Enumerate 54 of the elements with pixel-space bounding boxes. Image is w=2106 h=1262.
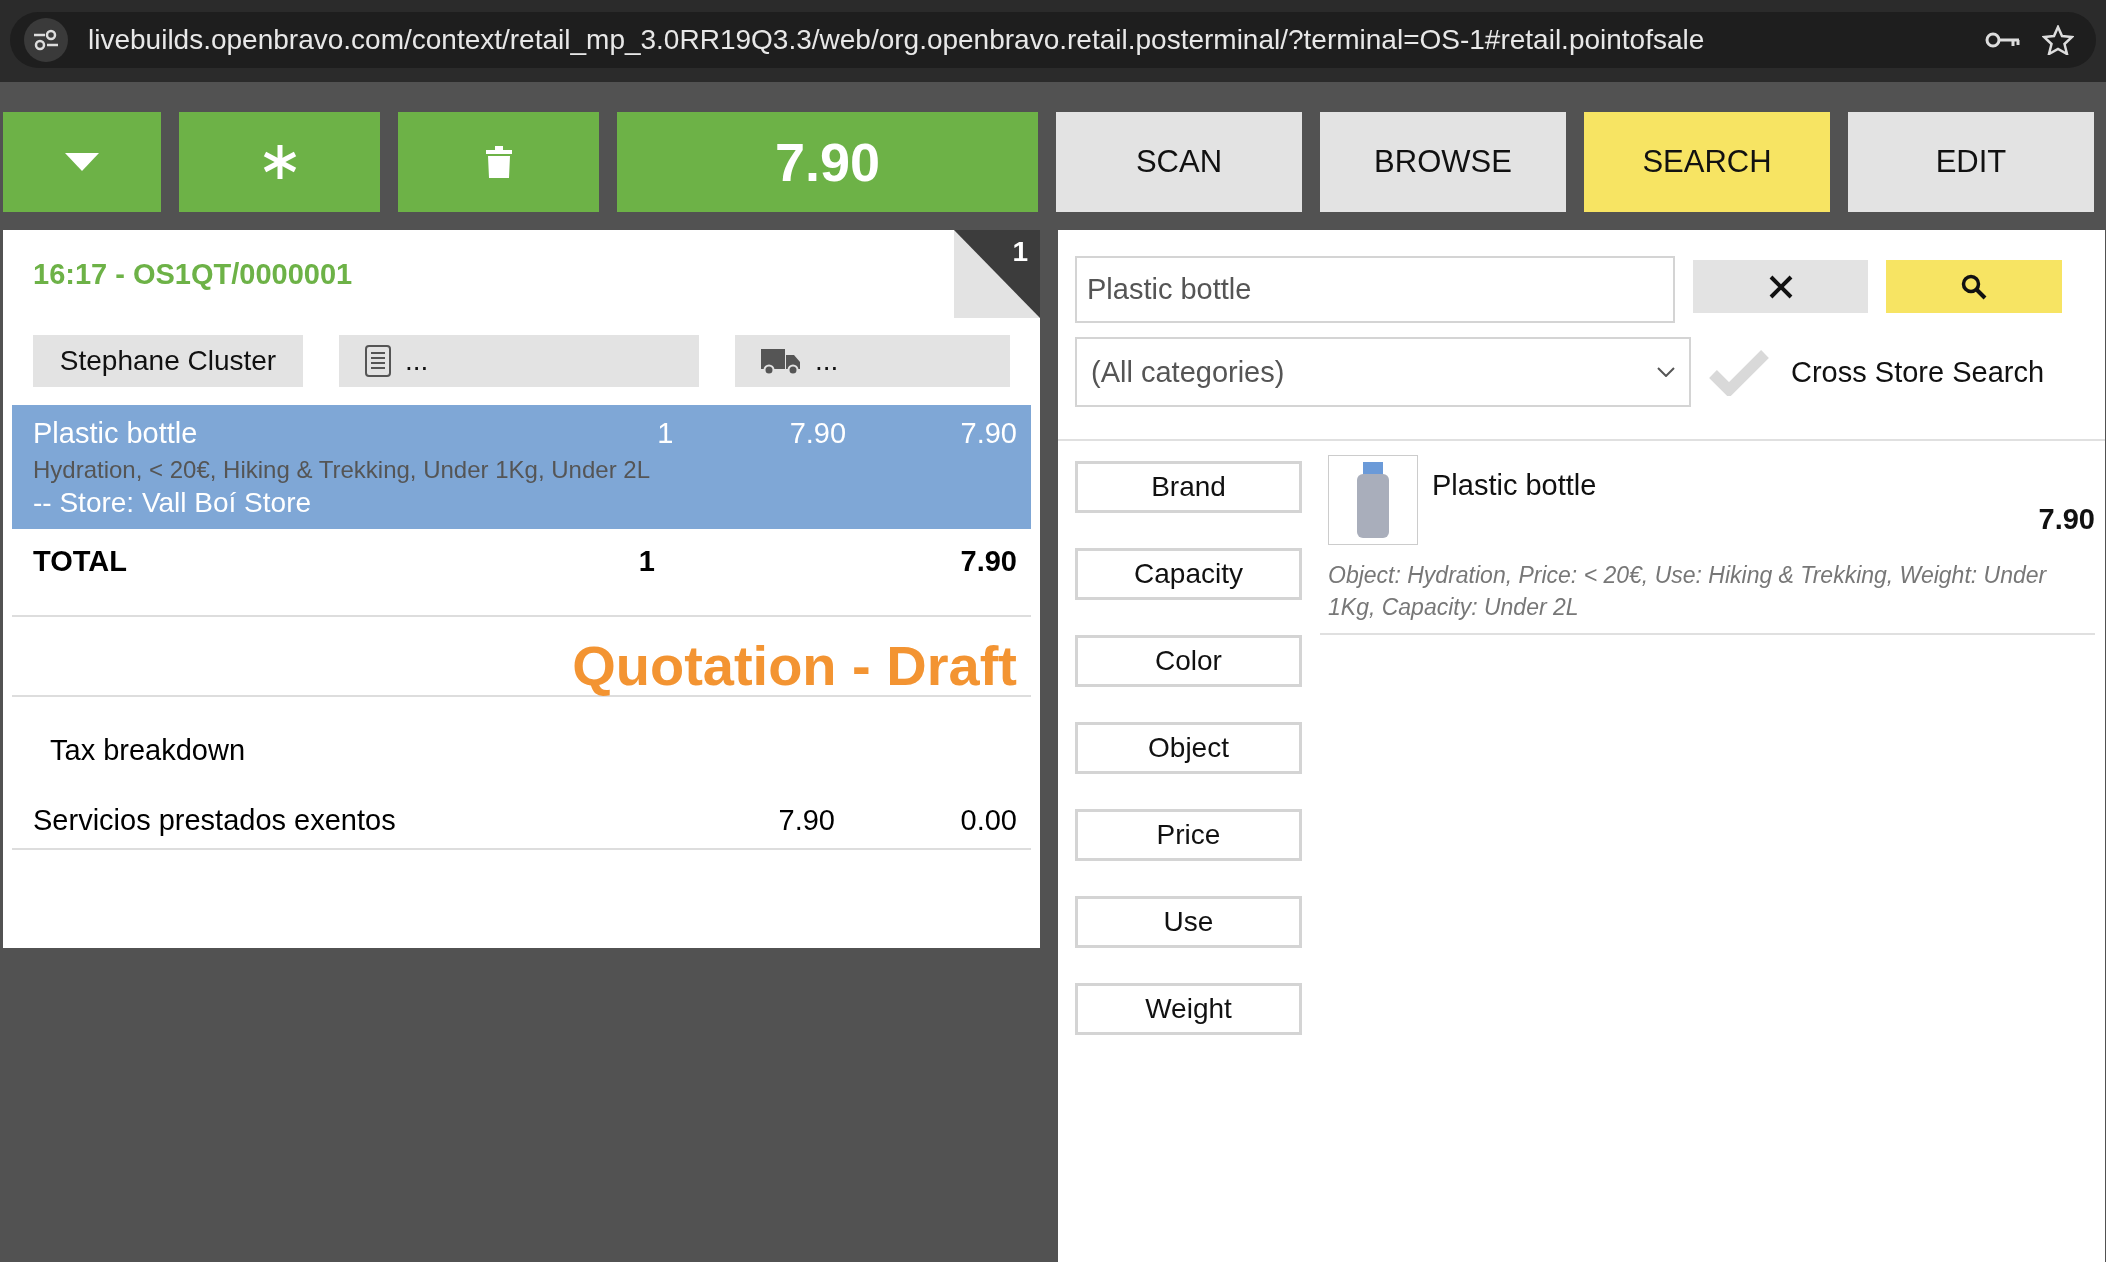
filter-button[interactable]: Price <box>1075 809 1302 861</box>
order-count: 1 <box>1012 236 1028 268</box>
order-number: 16:17 - OS1QT/0000001 <box>33 257 353 291</box>
asterisk-icon <box>262 145 297 179</box>
close-icon <box>1768 274 1793 299</box>
url-text: livebuilds.openbravo.com/context/retail_mp_3.0RR19Q3.3/web/org.openbravo.retail.posterminal/?terminal=OS-1#retail.pointofsale <box>88 24 1706 56</box>
truck-icon <box>761 347 801 375</box>
star-icon[interactable] <box>2042 25 2074 55</box>
product-characteristics: Object: Hydration, Price: < 20€, Use: Hiking & Trekking, Weight: Under 1Kg, Capacity: Under 2L <box>1328 561 2048 622</box>
filter-button[interactable]: Brand <box>1075 461 1302 513</box>
order-status: Quotation - Draft <box>572 634 1017 697</box>
filter-button[interactable]: Object <box>1075 722 1302 774</box>
unit-price: 7.90 <box>789 417 847 449</box>
clear-button[interactable] <box>1693 260 1868 313</box>
product-name: Plastic bottle <box>1432 469 1597 503</box>
search-field[interactable]: Plastic bottle <box>1075 256 1675 323</box>
chevron-down-icon <box>1657 367 1675 377</box>
tax-base: 7.90 <box>778 804 835 836</box>
invoice-address-button[interactable]: ... <box>339 335 699 387</box>
tab[interactable]: SEARCH <box>1584 112 1830 212</box>
shipping-address-button[interactable]: ... <box>735 335 1010 387</box>
key-icon[interactable] <box>1984 30 2022 50</box>
site-settings-icon[interactable] <box>24 18 68 62</box>
caret-icon <box>65 153 99 171</box>
store-name: -- Store: Vall Boí Store <box>33 487 313 519</box>
tax-amount: 0.00 <box>960 804 1017 836</box>
product-attributes: Hydration, < 20€, Hiking & Trekking, Under 1Kg, Under 2L <box>33 455 651 485</box>
filter-button[interactable]: Weight <box>1075 983 1302 1035</box>
total-label: TOTAL <box>33 545 128 579</box>
tab[interactable]: BROWSE <box>1320 112 1566 212</box>
delete-button[interactable] <box>398 112 599 212</box>
cross-store-checkbox[interactable]: Cross Store Search <box>1709 348 2045 396</box>
tax-breakdown-title: Tax breakdown <box>50 734 246 766</box>
tax-name: Servicios prestados exentos <box>33 804 397 838</box>
trash-icon <box>485 146 512 178</box>
document-icon <box>365 345 391 377</box>
search-button[interactable] <box>1886 260 2062 313</box>
product-name: Plastic bottle <box>33 417 199 450</box>
tab[interactable]: SCAN <box>1056 112 1302 212</box>
customer-button[interactable]: Stephane Cluster <box>33 335 303 387</box>
filter-button[interactable]: Use <box>1075 896 1302 948</box>
category-dropdown[interactable]: (All categories) <box>1075 337 1691 407</box>
filter-button[interactable]: Color <box>1075 635 1302 687</box>
total-amount: 7.90 <box>960 545 1017 577</box>
product-result[interactable]: Plastic bottle 7.90 Object: Hydration, Price: < 20€, Use: Hiking & Trekking, Weight: Under 1Kg, Capacity: Under 2L <box>1320 455 2095 635</box>
line-amount: 7.90 <box>960 417 1017 449</box>
search-icon <box>1961 273 1987 300</box>
tab[interactable]: EDIT <box>1848 112 2094 212</box>
filter-button[interactable]: Capacity <box>1075 548 1302 600</box>
total-quantity: 1 <box>638 545 655 577</box>
page-corner-icon <box>954 230 1040 318</box>
product-price: 7.90 <box>2038 503 2095 537</box>
quantity: 1 <box>657 417 674 449</box>
address-bar[interactable]: livebuilds.openbravo.com/context/retail_mp_3.0RR19Q3.3/web/org.openbravo.retail.posterminal/?terminal=OS-1#retail.pointofsale <box>10 12 2096 68</box>
